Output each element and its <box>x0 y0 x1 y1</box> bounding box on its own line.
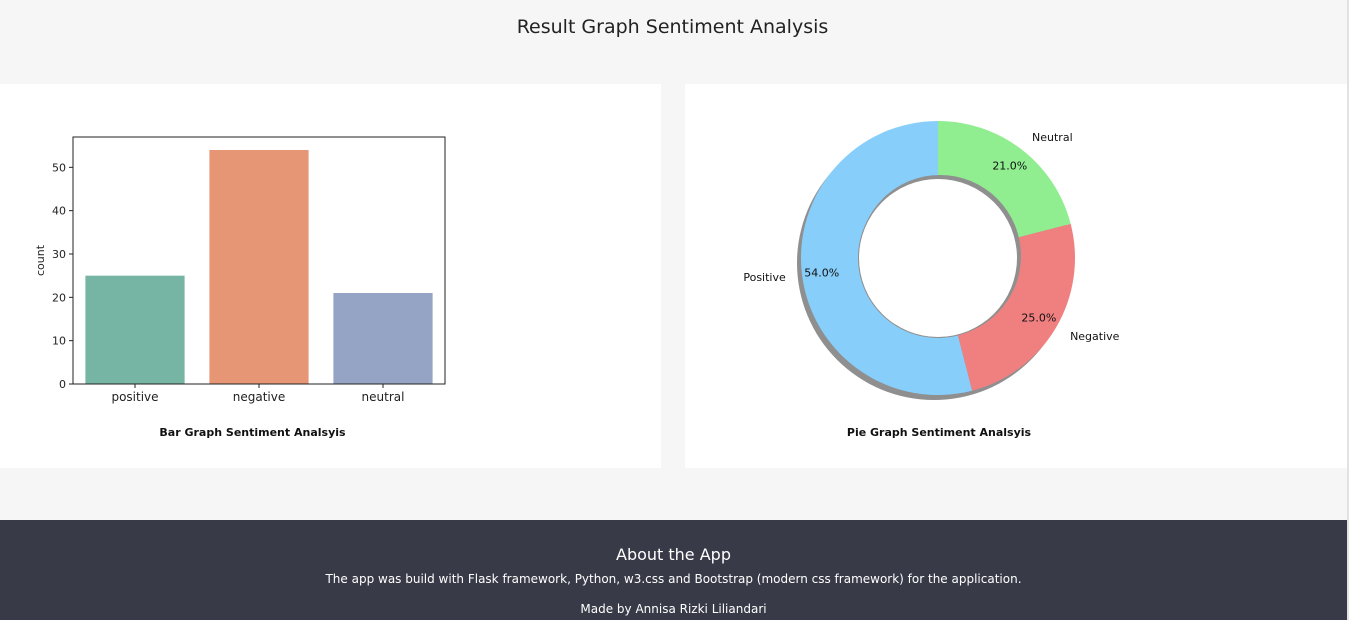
pie-chart-card: 21.0% Neutral 25.0% Negative 54.0% Positive P… <box>685 84 1347 468</box>
bar-neutral <box>333 293 433 384</box>
bar-chart-card: positive negative neutral 0 10 20 30 40 50 count … <box>0 84 661 468</box>
bar-positive <box>85 275 185 384</box>
y-tick-label: 0 <box>59 378 66 391</box>
x-tick-label: negative <box>233 390 285 404</box>
pie-chart: 21.0% Neutral 25.0% Negative 54.0% Positive <box>743 121 1120 400</box>
pie-chart-caption: Pie Graph Sentiment Analsyis <box>846 426 1032 439</box>
y-tick-label: 40 <box>52 205 66 218</box>
pie-label: Neutral <box>1032 131 1073 144</box>
bar-chart: positive negative neutral 0 10 20 30 40 50 count <box>34 136 446 404</box>
pie-label: Positive <box>743 271 786 284</box>
footer-title: About the App <box>616 545 731 564</box>
page-title: Result Graph Sentiment Analysis <box>516 16 829 38</box>
footer-credit: Made by Annisa Rizki Liliandari <box>580 602 767 616</box>
pie-label: Negative <box>1070 330 1120 343</box>
x-tick-label: neutral <box>362 390 405 404</box>
pie-percent-label: 54.0% <box>804 267 839 280</box>
bar-negative <box>209 150 309 384</box>
y-tick-label: 10 <box>52 335 66 348</box>
y-tick-label: 20 <box>52 291 66 304</box>
pie-percent-label: 25.0% <box>1021 312 1056 325</box>
y-tick-label: 30 <box>52 248 66 261</box>
y-tick-label: 50 <box>52 161 66 174</box>
bar-chart-caption: Bar Graph Sentiment Analsyis <box>159 426 346 439</box>
footer-description: The app was build with Flask framework, … <box>325 572 1022 586</box>
x-tick-label: positive <box>111 390 158 404</box>
footer: About the App The app was build with Fla… <box>0 520 1347 620</box>
pie-percent-label: 21.0% <box>992 159 1027 172</box>
pie-hole <box>859 179 1017 337</box>
y-axis-label: count <box>34 244 47 276</box>
